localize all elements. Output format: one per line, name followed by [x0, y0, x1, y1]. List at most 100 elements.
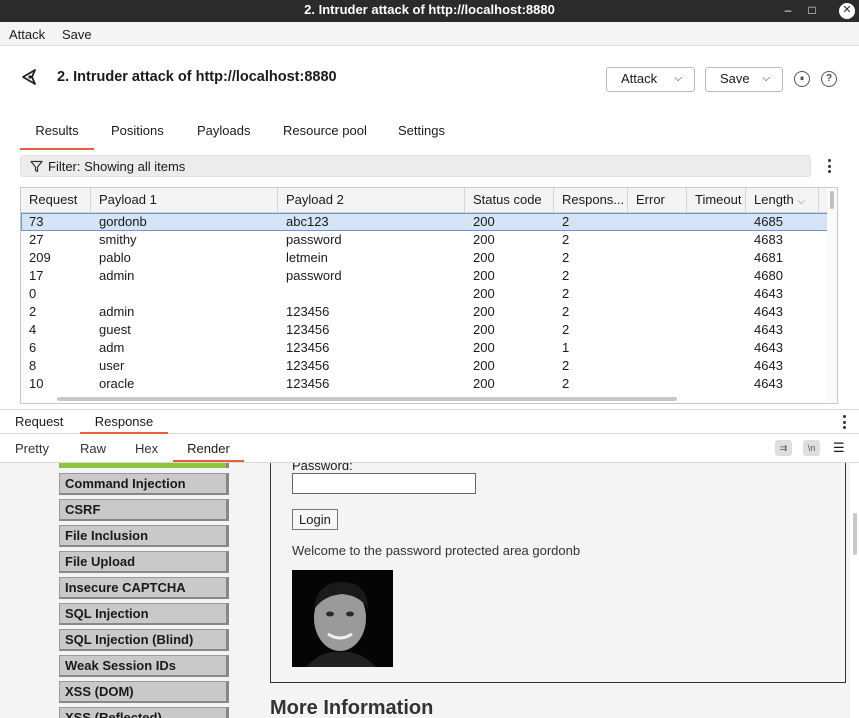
cell-payload-1: user: [99, 358, 125, 373]
cell-timeout: [687, 357, 746, 375]
more-information-heading: More Information: [270, 697, 434, 718]
filter-bar[interactable]: Filter: Showing all items: [20, 155, 811, 177]
dvwa-sidebar: Command Injection CSRF File Inclusion File …: [0, 463, 260, 718]
cell-payload-1: guest: [99, 322, 131, 337]
cell-status-code: 200: [473, 376, 495, 391]
table-vertical-scrollbar[interactable]: [827, 188, 837, 403]
table-row[interactable]: 27 smithy password 200 2 4683: [21, 231, 829, 249]
tab-raw[interactable]: Raw: [80, 441, 106, 456]
tab-pretty[interactable]: Pretty: [15, 441, 49, 456]
col-length-label: Length: [754, 192, 794, 207]
dvwa-menu-item[interactable]: SQL Injection: [59, 603, 229, 625]
cell-payload-1: adm: [99, 340, 125, 355]
table-row[interactable]: 17 admin password 200 2 4680: [21, 267, 829, 285]
cell-timeout: [687, 375, 746, 393]
col-error[interactable]: Error: [628, 188, 687, 213]
table-row[interactable]: 4 guest 123456 200 2 4643: [21, 321, 829, 339]
help-icon[interactable]: ?: [821, 71, 837, 87]
dvwa-menu-item[interactable]: File Upload: [59, 551, 229, 573]
dvwa-menu-item[interactable]: Command Injection: [59, 473, 229, 495]
cell-request: 6: [29, 340, 37, 355]
chevron-down-icon: ⌵: [762, 73, 770, 84]
pause-icon[interactable]: ⏸: [794, 71, 810, 87]
table-row[interactable]: 8 user 123456 200 2 4643: [21, 357, 829, 375]
save-button[interactable]: Save ⌵: [705, 67, 783, 92]
more-options-icon[interactable]: [828, 159, 832, 175]
attack-tabs: Results Positions Payloads Resource pool…: [0, 117, 859, 150]
table-row[interactable]: 209 pablo letmein 200 2 4681: [21, 249, 829, 267]
cell-length: 4643: [754, 286, 783, 301]
cell-payload-2: abc123: [286, 214, 329, 229]
cell-request: 27: [29, 232, 44, 247]
newline-icon[interactable]: \n: [803, 440, 820, 456]
dvwa-menu-item[interactable]: Weak Session IDs: [59, 655, 229, 677]
page-title: 2. Intruder attack of http://localhost:8…: [57, 69, 337, 85]
col-status-code[interactable]: Status code: [465, 188, 554, 213]
dvwa-menu-item[interactable]: File Inclusion: [59, 525, 229, 547]
cell-length: 4683: [754, 232, 783, 247]
dvwa-menu-item[interactable]: SQL Injection (Blind): [59, 629, 229, 651]
menu-attack[interactable]: Attack: [9, 27, 45, 42]
cell-error: [628, 267, 687, 285]
scroll-thumb[interactable]: [853, 513, 857, 555]
table-header: Request Payload 1 Payload 2 Status code …: [21, 188, 829, 213]
minimize-icon[interactable]: –: [782, 0, 794, 22]
cell-request: 0: [29, 286, 37, 301]
tab-settings[interactable]: Settings: [398, 123, 445, 138]
render-vertical-scrollbar[interactable]: [850, 463, 859, 718]
hamburger-menu-icon[interactable]: ☰: [833, 440, 845, 456]
scroll-thumb[interactable]: [57, 397, 677, 401]
cell-length: 4681: [754, 250, 783, 265]
cell-length: 4643: [754, 322, 783, 337]
cell-response: 2: [562, 286, 570, 301]
wrap-lines-icon[interactable]: ⇉: [775, 440, 792, 456]
dvwa-menu-item[interactable]: CSRF: [59, 499, 229, 521]
cell-response: 2: [562, 304, 570, 319]
table-row[interactable]: 73 gordonb abc123 200 2 4685: [21, 213, 829, 231]
col-length[interactable]: Length ⌵: [746, 188, 819, 213]
tab-request[interactable]: Request: [15, 414, 63, 429]
tab-resource-pool[interactable]: Resource pool: [283, 123, 367, 138]
col-payload-1[interactable]: Payload 1: [91, 188, 278, 213]
password-input[interactable]: [292, 473, 476, 494]
tab-render-label: Render: [187, 441, 230, 456]
login-button[interactable]: Login: [292, 509, 338, 530]
cell-status-code: 200: [473, 304, 495, 319]
tab-render[interactable]: Render: [173, 436, 244, 462]
cell-length: 4680: [754, 268, 783, 283]
request-response-tabs: Request Response: [0, 409, 859, 434]
col-response[interactable]: Respons...: [554, 188, 628, 213]
cell-status-code: 200: [473, 322, 495, 337]
dvwa-menu-item[interactable]: Insecure CAPTCHA: [59, 577, 229, 599]
tab-hex[interactable]: Hex: [135, 441, 158, 456]
close-icon[interactable]: ✕: [839, 3, 855, 19]
table-row[interactable]: 6 adm 123456 200 1 4643: [21, 339, 829, 357]
col-request[interactable]: Request: [21, 188, 91, 213]
cell-timeout: [687, 213, 746, 231]
table-row[interactable]: 2 admin 123456 200 2 4643: [21, 303, 829, 321]
maximize-icon[interactable]: □: [806, 0, 818, 22]
cell-payload-2: 123456: [286, 358, 330, 373]
cell-timeout: [687, 267, 746, 285]
table-row[interactable]: 10 oracle 123456 200 2 4643: [21, 375, 829, 393]
scroll-thumb[interactable]: [830, 191, 834, 209]
cell-payload-1: pablo: [99, 250, 131, 265]
table-row[interactable]: 0 200 2 4643: [21, 285, 829, 303]
dvwa-menu-item[interactable]: XSS (Reflected): [59, 707, 229, 718]
attack-button[interactable]: Attack ⌵: [606, 67, 695, 92]
tab-payloads[interactable]: Payloads: [197, 123, 250, 138]
col-payload-2[interactable]: Payload 2: [278, 188, 465, 213]
tab-response[interactable]: Response: [80, 410, 168, 434]
cell-timeout: [687, 285, 746, 303]
cell-response: 1: [562, 340, 570, 355]
cell-request: 8: [29, 358, 37, 373]
more-options-icon[interactable]: [843, 415, 847, 431]
view-mode-tabs: Pretty Raw Hex Render: [0, 436, 859, 463]
menu-bar: Attack Save: [0, 22, 859, 46]
tab-results[interactable]: Results: [20, 123, 94, 150]
menu-save[interactable]: Save: [62, 27, 92, 42]
dvwa-menu-item[interactable]: XSS (DOM): [59, 681, 229, 703]
table-horizontal-scrollbar[interactable]: [21, 395, 829, 403]
col-timeout[interactable]: Timeout: [687, 188, 746, 213]
tab-positions[interactable]: Positions: [111, 123, 164, 138]
